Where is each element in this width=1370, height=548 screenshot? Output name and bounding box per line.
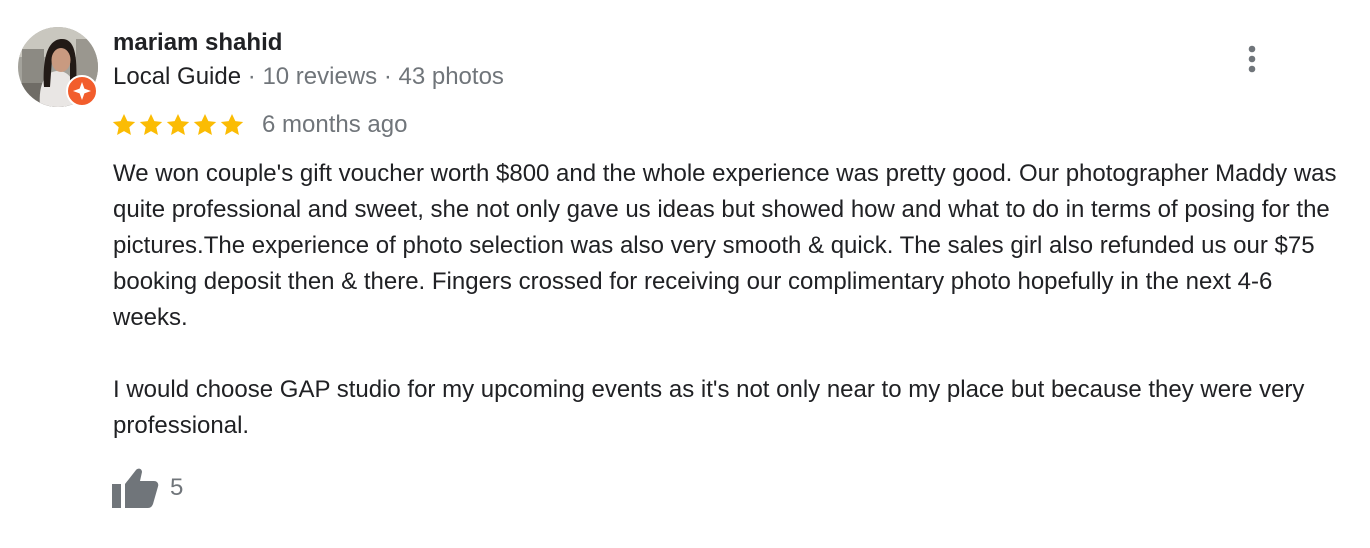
more-vert-icon	[1248, 45, 1256, 73]
meta-separator: ·	[383, 63, 392, 90]
local-guide-badge-icon	[66, 75, 98, 107]
photo-count: 43 photos	[398, 63, 504, 90]
star-icon	[139, 113, 163, 135]
star-rating	[111, 112, 245, 138]
star-icon	[193, 113, 217, 135]
like-button[interactable]: 5	[112, 466, 183, 510]
review-paragraph: We won couple's gift voucher worth $800 …	[113, 160, 1337, 331]
review-card: mariam shahid Local Guide · 10 reviews ·…	[0, 0, 1370, 548]
meta-separator: ·	[247, 63, 256, 90]
review-text: We won couple's gift voucher worth $800 …	[113, 156, 1338, 444]
author-name[interactable]: mariam shahid	[113, 28, 282, 58]
review-paragraph: I would choose GAP studio for my upcomin…	[113, 376, 1305, 439]
review-date: 6 months ago	[262, 111, 408, 138]
like-count: 5	[170, 474, 184, 501]
more-options-button[interactable]	[1236, 40, 1268, 80]
rating-row: 6 months ago	[111, 108, 407, 142]
local-guide-label: Local Guide	[113, 63, 242, 90]
review-count: 10 reviews	[262, 63, 378, 90]
star-icon	[220, 113, 244, 135]
star-icon	[166, 113, 190, 135]
thumb-up-icon	[112, 468, 159, 508]
author-avatar[interactable]	[18, 27, 98, 107]
star-icon	[112, 113, 136, 135]
author-meta: Local Guide · 10 reviews · 43 photos	[113, 62, 504, 92]
